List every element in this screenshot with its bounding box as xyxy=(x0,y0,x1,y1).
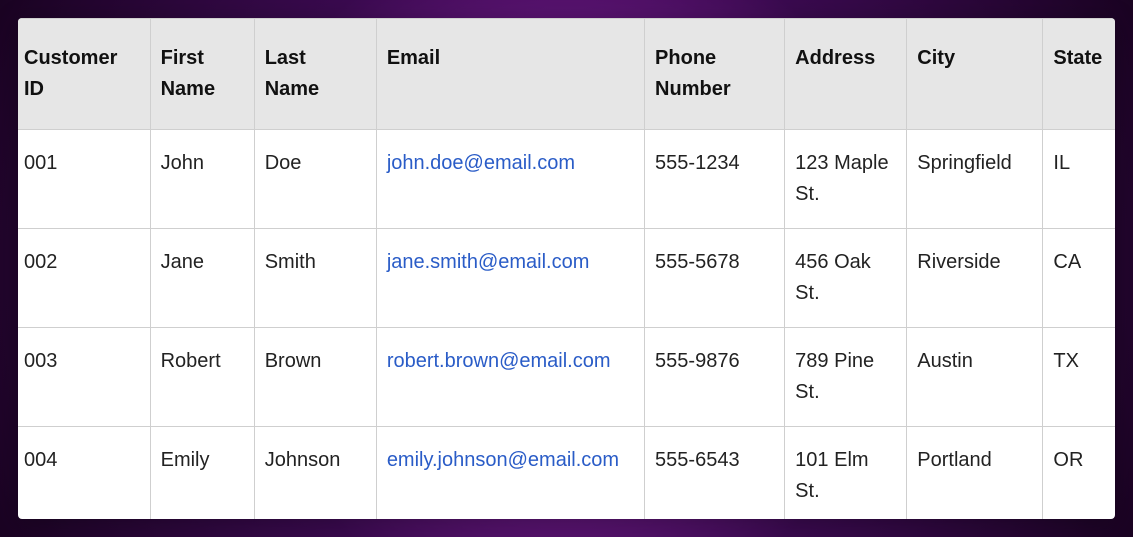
cell-state: OR xyxy=(1043,427,1115,520)
cell-email: john.doe@email.com xyxy=(376,130,644,229)
cell-city: Springfield xyxy=(907,130,1043,229)
cell-last-name: Brown xyxy=(254,328,376,427)
cell-state: IL xyxy=(1043,130,1115,229)
cell-address: 123 Maple St. xyxy=(785,130,907,229)
cell-state: CA xyxy=(1043,229,1115,328)
cell-email: emily.johnson@email.com xyxy=(376,427,644,520)
col-header-city: City xyxy=(907,19,1043,130)
email-link[interactable]: john.doe@email.com xyxy=(387,152,575,174)
table-row: 003 Robert Brown robert.brown@email.com … xyxy=(18,328,1115,427)
col-header-state: State xyxy=(1043,19,1115,130)
cell-address: 101 Elm St. xyxy=(785,427,907,520)
table-row: 004 Emily Johnson emily.johnson@email.co… xyxy=(18,427,1115,520)
cell-phone: 555-1234 xyxy=(645,130,785,229)
col-header-address: Address xyxy=(785,19,907,130)
cell-address: 789 Pine St. xyxy=(785,328,907,427)
customers-table: Customer ID First Name Last Name Email P… xyxy=(18,18,1115,519)
table-row: 002 Jane Smith jane.smith@email.com 555-… xyxy=(18,229,1115,328)
cell-last-name: Smith xyxy=(254,229,376,328)
cell-customer-id: 002 xyxy=(18,229,150,328)
table-card: Customer ID First Name Last Name Email P… xyxy=(18,18,1115,519)
email-link[interactable]: robert.brown@email.com xyxy=(387,350,611,372)
cell-first-name: Robert xyxy=(150,328,254,427)
email-link[interactable]: jane.smith@email.com xyxy=(387,251,590,273)
col-header-last-name: Last Name xyxy=(254,19,376,130)
cell-city: Portland xyxy=(907,427,1043,520)
cell-last-name: Johnson xyxy=(254,427,376,520)
col-header-customer-id: Customer ID xyxy=(18,19,150,130)
col-header-email: Email xyxy=(376,19,644,130)
email-link[interactable]: emily.johnson@email.com xyxy=(387,449,619,471)
cell-first-name: Jane xyxy=(150,229,254,328)
cell-last-name: Doe xyxy=(254,130,376,229)
table-header-row: Customer ID First Name Last Name Email P… xyxy=(18,19,1115,130)
table-row: 001 John Doe john.doe@email.com 555-1234… xyxy=(18,130,1115,229)
cell-customer-id: 003 xyxy=(18,328,150,427)
cell-phone: 555-5678 xyxy=(645,229,785,328)
col-header-first-name: First Name xyxy=(150,19,254,130)
cell-customer-id: 004 xyxy=(18,427,150,520)
cell-first-name: Emily xyxy=(150,427,254,520)
page-backdrop: Customer ID First Name Last Name Email P… xyxy=(0,0,1133,537)
cell-phone: 555-9876 xyxy=(645,328,785,427)
cell-email: jane.smith@email.com xyxy=(376,229,644,328)
cell-email: robert.brown@email.com xyxy=(376,328,644,427)
cell-customer-id: 001 xyxy=(18,130,150,229)
cell-state: TX xyxy=(1043,328,1115,427)
cell-phone: 555-6543 xyxy=(645,427,785,520)
cell-city: Riverside xyxy=(907,229,1043,328)
col-header-phone: Phone Number xyxy=(645,19,785,130)
cell-first-name: John xyxy=(150,130,254,229)
cell-city: Austin xyxy=(907,328,1043,427)
cell-address: 456 Oak St. xyxy=(785,229,907,328)
